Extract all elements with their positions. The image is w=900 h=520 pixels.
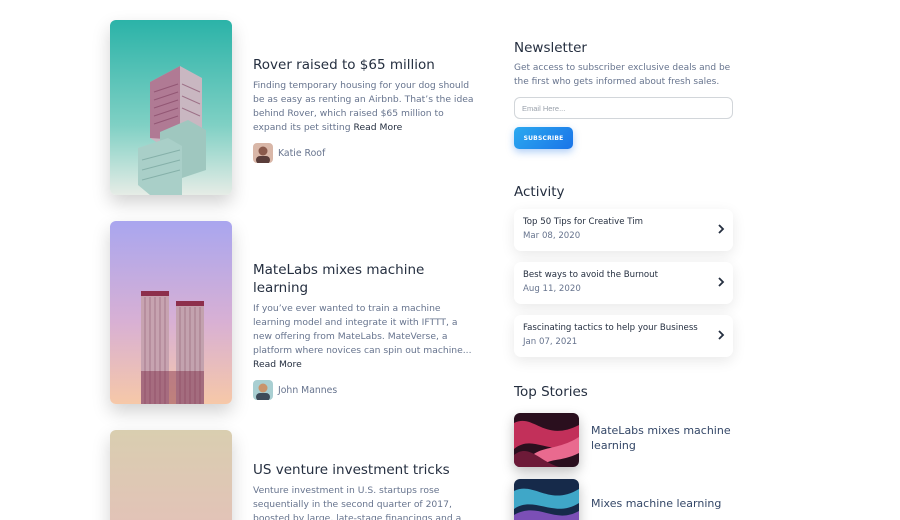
article-card-us-venture: US venture investment tricks Venture inv… xyxy=(110,430,490,520)
chevron-right-icon xyxy=(718,277,725,287)
activity-item-date: Aug 11, 2020 xyxy=(523,284,581,294)
article-card-rover: Rover raised to $65 million Finding temp… xyxy=(110,20,490,200)
newsletter-description: Get access to subscriber exclusive deals… xyxy=(514,63,731,87)
avatar xyxy=(253,143,273,163)
article-excerpt: Finding temporary housing for your dog s… xyxy=(253,79,478,135)
article-excerpt-text: Venture investment in U.S. startups rose… xyxy=(253,485,462,520)
activity-title: Activity xyxy=(514,184,565,200)
article-title[interactable]: US venture investment tricks xyxy=(253,461,478,479)
sidebar: Newsletter Get access to subscriber excl… xyxy=(514,0,734,520)
top-story-title: MateLabs mixes machine learning xyxy=(591,424,731,452)
activity-item-title: Fascinating tactics to help your Busines… xyxy=(523,323,698,333)
article-author: Katie Roof xyxy=(253,143,478,163)
article-image-us-venture[interactable] xyxy=(110,430,232,520)
article-excerpt: If you’ve ever wanted to train a machine… xyxy=(253,302,478,372)
article-title[interactable]: MateLabs mixes machine learning xyxy=(253,261,478,297)
article-card-matelabs: MateLabs mixes machine learning If you’v… xyxy=(110,221,490,411)
newsletter-title: Newsletter xyxy=(514,40,587,56)
subscribe-button[interactable]: SUBSCRIBE xyxy=(514,127,573,149)
article-excerpt-text: If you’ve ever wanted to train a machine… xyxy=(253,303,472,356)
article-excerpt: Venture investment in U.S. startups rose… xyxy=(253,484,478,520)
chevron-right-icon xyxy=(718,330,725,340)
author-name[interactable]: John Mannes xyxy=(278,385,337,396)
newsletter-section: Newsletter Get access to subscriber excl… xyxy=(514,40,734,149)
activity-item-title: Top 50 Tips for Creative Tim xyxy=(523,217,643,227)
author-name[interactable]: Katie Roof xyxy=(278,148,325,159)
activity-item[interactable]: Fascinating tactics to help your Busines… xyxy=(514,315,733,357)
activity-item-title: Best ways to avoid the Burnout xyxy=(523,270,658,280)
article-image-rover[interactable] xyxy=(110,20,232,195)
article-image-matelabs[interactable] xyxy=(110,221,232,404)
activity-item-date: Jan 07, 2021 xyxy=(523,337,578,347)
top-stories-title: Top Stories xyxy=(514,384,588,400)
activity-item-date: Mar 08, 2020 xyxy=(523,231,581,241)
top-story-title: Mixes machine learning xyxy=(591,497,722,510)
top-story-image xyxy=(514,413,579,467)
avatar xyxy=(253,380,273,400)
activity-item[interactable]: Top 50 Tips for Creative Tim Mar 08, 202… xyxy=(514,209,733,251)
article-title[interactable]: Rover raised to $65 million xyxy=(253,56,478,74)
top-story-item[interactable]: MateLabs mixes machine learning xyxy=(514,413,734,469)
top-story-item[interactable]: Mixes machine learning xyxy=(514,479,734,520)
top-story-image xyxy=(514,479,579,520)
read-more-link[interactable]: Read More xyxy=(253,359,302,370)
article-author: John Mannes xyxy=(253,380,478,400)
read-more-link[interactable]: Read More xyxy=(354,122,403,133)
email-input[interactable] xyxy=(514,97,733,119)
activity-item[interactable]: Best ways to avoid the Burnout Aug 11, 2… xyxy=(514,262,733,304)
chevron-right-icon xyxy=(718,224,725,234)
